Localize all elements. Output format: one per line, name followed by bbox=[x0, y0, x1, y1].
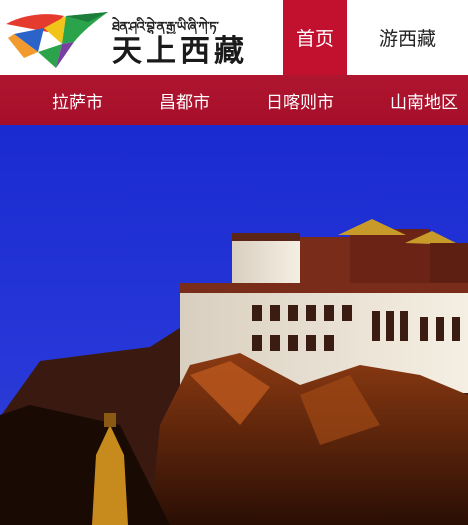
tab-home[interactable]: 首页 bbox=[283, 0, 347, 75]
site-header: ཐེན་ཤའི་བྷེ་ན་རྒྱ་ཡི་ཞི་ཀེ་ཏ་ 天上西藏 首页 游西… bbox=[0, 0, 468, 75]
logo-mark-icon bbox=[6, 12, 108, 68]
region-item-lhasa[interactable]: 拉萨市 bbox=[52, 75, 103, 125]
hero-banner[interactable] bbox=[0, 125, 468, 525]
site-logo[interactable]: ཐེན་ཤའི་བྷེ་ན་རྒྱ་ཡི་ཞི་ཀེ་ཏ་ 天上西藏 bbox=[4, 6, 280, 72]
region-nav: 拉萨市 昌都市 日喀则市 山南地区 bbox=[0, 75, 468, 125]
tab-travel-tibet[interactable]: 游西藏 bbox=[347, 0, 468, 75]
logo-tibetan-text: ཐེན་ཤའི་བྷེ་ན་རྒྱ་ཡི་ཞི་ཀེ་ཏ་ bbox=[112, 20, 219, 34]
top-nav: 首页 游西藏 bbox=[283, 0, 468, 75]
region-item-chamdo[interactable]: 昌都市 bbox=[159, 75, 210, 125]
hero-image-potala-palace bbox=[0, 125, 468, 525]
region-item-shigatse[interactable]: 日喀则市 bbox=[266, 75, 334, 125]
region-item-shannan[interactable]: 山南地区 bbox=[390, 75, 458, 125]
logo-chinese-text: 天上西藏 bbox=[112, 34, 248, 69]
